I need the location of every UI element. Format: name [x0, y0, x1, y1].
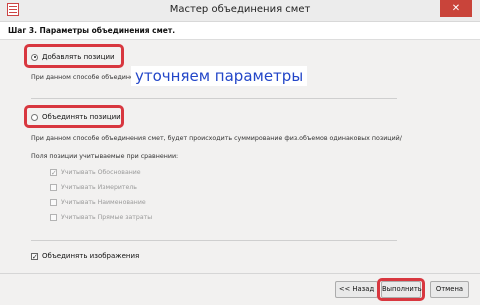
compare-field-label: Учитывать Измеритель: [61, 184, 137, 191]
merge-positions-description: При данном способе объединения смет, буд…: [31, 135, 402, 142]
divider: [31, 98, 397, 99]
step-title: Шаг 3. Параметры объединения смет.: [8, 26, 176, 35]
compare-field-label: Учитывать Обоснование: [61, 169, 141, 176]
compare-field-label: Учитывать Наименование: [61, 199, 146, 206]
compare-field-checkbox[interactable]: Учитывать Измеритель: [50, 184, 137, 191]
step-header: Шаг 3. Параметры объединения смет.: [0, 22, 480, 40]
compare-fields-label: Поля позиции учитываемые при сравнении:: [31, 153, 179, 160]
back-button[interactable]: << Назад: [335, 281, 378, 298]
button-bar: << Назад Выполнить Отмена: [0, 273, 480, 305]
checkbox-icon[interactable]: [50, 214, 57, 221]
checkbox-icon[interactable]: [50, 199, 57, 206]
merge-images-label: Объединять изображения: [42, 252, 140, 260]
cancel-button[interactable]: Отмена: [430, 281, 469, 298]
checkbox-icon[interactable]: [50, 184, 57, 191]
highlight-frame: [377, 278, 425, 301]
window-title: Мастер объединения смет: [169, 4, 311, 15]
highlight-frame: [24, 105, 124, 128]
checkbox-icon[interactable]: ✓: [31, 252, 38, 260]
compare-field-label: Учитывать Прямые затраты: [61, 214, 153, 221]
title-bar: Мастер объединения смет ✕: [0, 0, 480, 22]
wizard-window: Мастер объединения смет ✕ Шаг 3. Парамет…: [0, 0, 480, 305]
divider: [31, 240, 397, 241]
annotation-label: уточняем параметры: [131, 66, 308, 86]
close-button[interactable]: ✕: [440, 0, 472, 17]
highlight-frame: [24, 44, 124, 68]
checkbox-icon[interactable]: ✓: [50, 169, 57, 177]
compare-field-checkbox[interactable]: ✓ Учитывать Обоснование: [50, 169, 141, 177]
close-icon: ✕: [451, 3, 461, 14]
compare-field-checkbox[interactable]: Учитывать Наименование: [50, 199, 146, 206]
compare-field-checkbox[interactable]: Учитывать Прямые затраты: [50, 214, 152, 221]
merge-images-checkbox[interactable]: ✓ Объединять изображения: [31, 252, 139, 260]
options-panel: Добавлять позиции При данном способе объ…: [0, 40, 480, 273]
